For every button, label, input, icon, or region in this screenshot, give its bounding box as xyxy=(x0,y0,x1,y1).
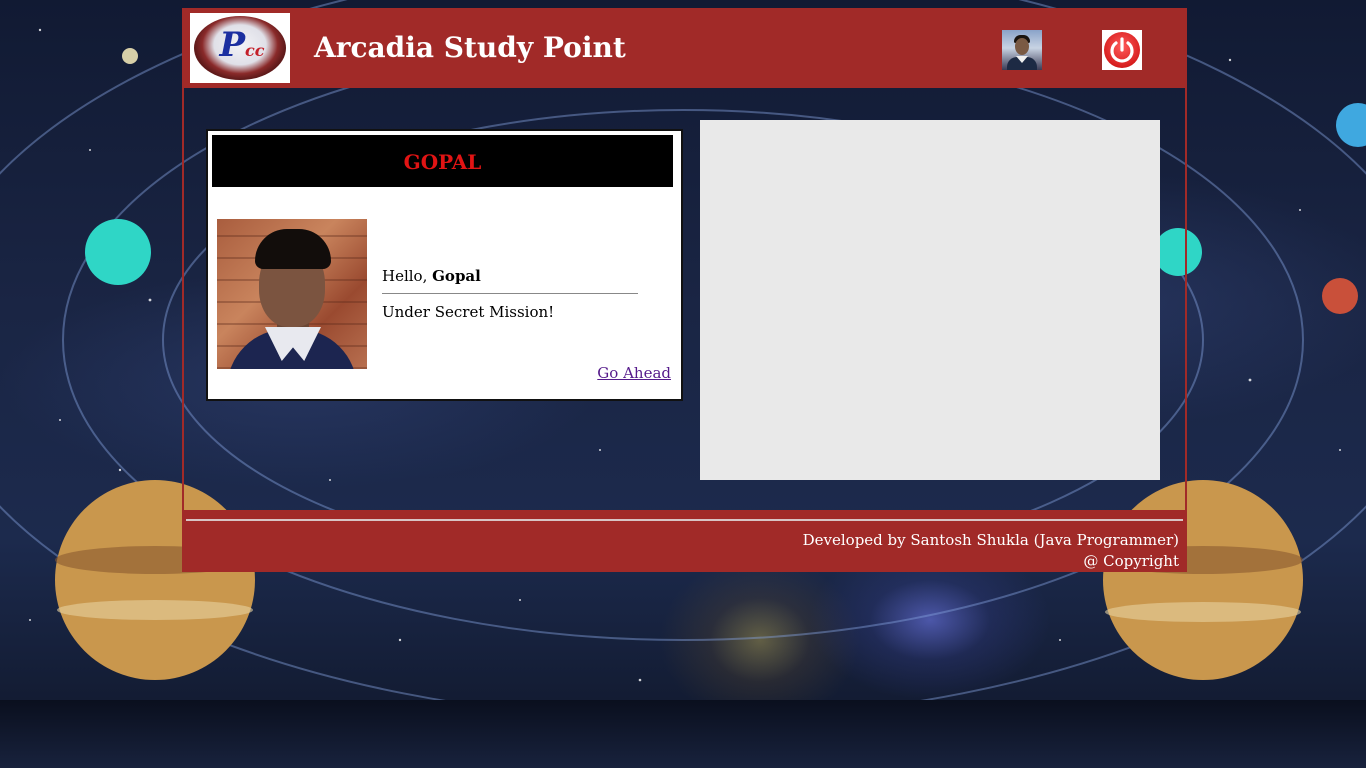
main-frame: Pcc Arcadia Study Point GOPAL Hello, Gop… xyxy=(182,8,1187,572)
copyright-text: @ Copyright xyxy=(1083,552,1179,570)
divider xyxy=(382,293,638,294)
photo-hair xyxy=(255,229,331,269)
logout-button[interactable] xyxy=(1102,30,1142,70)
profile-card: GOPAL Hello, Gopal Under Secret Mission!… xyxy=(206,129,683,401)
site-title: Arcadia Study Point xyxy=(314,31,626,64)
greeting-prefix: Hello, xyxy=(382,267,433,285)
logo-text: Pcc xyxy=(219,25,265,65)
profile-photo xyxy=(217,219,367,369)
developer-credit: Developed by Santosh Shukla (Java Progra… xyxy=(802,531,1179,549)
header-bar: Pcc Arcadia Study Point xyxy=(184,8,1185,88)
site-logo[interactable]: Pcc xyxy=(190,13,290,83)
profile-name-heading: GOPAL xyxy=(212,135,673,187)
footer-bar: Developed by Santosh Shukla (Java Progra… xyxy=(184,510,1185,572)
footer-divider xyxy=(186,519,1183,521)
avatar-face xyxy=(1015,38,1029,55)
content-panel xyxy=(700,120,1160,480)
greeting-text: Hello, Gopal xyxy=(382,267,481,285)
status-text: Under Secret Mission! xyxy=(382,303,555,321)
power-icon xyxy=(1104,32,1140,68)
user-avatar-icon[interactable] xyxy=(1002,30,1042,70)
greeting-name: Gopal xyxy=(432,267,481,285)
footer-text: Developed by Santosh Shukla (Java Progra… xyxy=(803,530,1179,572)
go-ahead-link[interactable]: Go Ahead xyxy=(597,364,671,382)
background-strip xyxy=(0,700,1366,768)
